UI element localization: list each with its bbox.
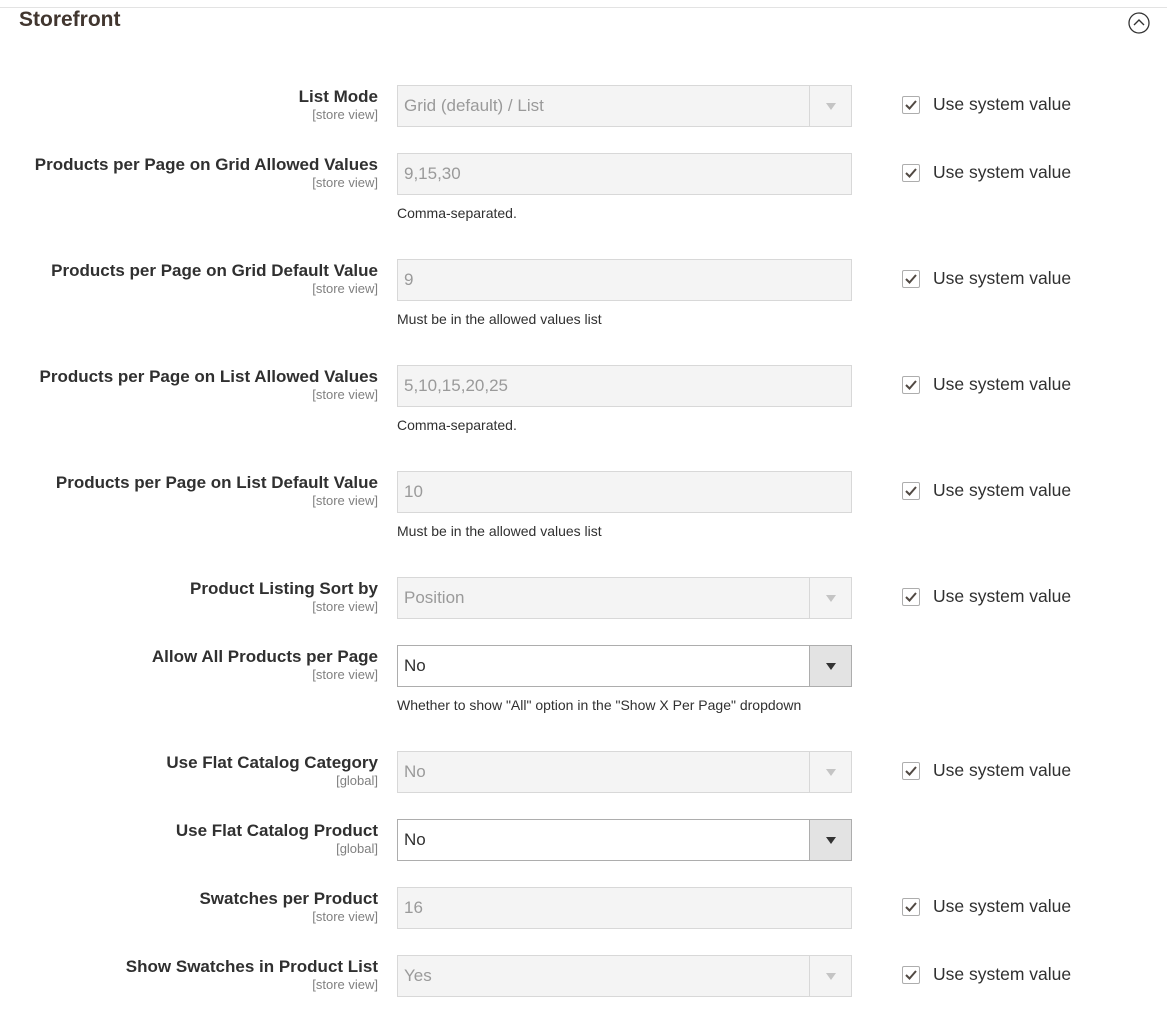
- checkmark-icon: [905, 274, 917, 284]
- checkmark-icon: [905, 168, 917, 178]
- list-default-value-input[interactable]: 10: [397, 471, 852, 513]
- field-label-group: List Mode [store view]: [299, 86, 378, 122]
- field-label: Products per Page on List Allowed Values: [39, 367, 378, 386]
- dropdown-button[interactable]: [809, 752, 851, 792]
- checkbox-checked[interactable]: [902, 762, 920, 780]
- checkmark-icon: [905, 902, 917, 912]
- field-scope: [store view]: [312, 977, 378, 992]
- field-label: Product Listing Sort by: [190, 579, 378, 598]
- select-value: No: [404, 656, 426, 675]
- field-scope: [store view]: [312, 175, 378, 190]
- use-system-value-label: Use system value: [933, 760, 1072, 780]
- section-title[interactable]: Storefront: [19, 8, 121, 32]
- flat-catalog-product-select[interactable]: No: [397, 819, 852, 861]
- chevron-down-icon: [826, 663, 836, 670]
- use-system-value-label: Use system value: [933, 268, 1072, 288]
- checkmark-icon: [905, 970, 917, 980]
- list-allowed-values-input[interactable]: 5,10,15,20,25: [397, 365, 852, 407]
- select-value: No: [404, 830, 426, 849]
- field-note: Comma-separated.: [397, 205, 517, 221]
- chevron-down-icon: [826, 769, 836, 776]
- field-label-group: Swatches per Product [store view]: [199, 888, 378, 924]
- chevron-down-icon: [826, 103, 836, 110]
- chevron-down-icon: [826, 595, 836, 602]
- field-note: Whether to show "All" option in the "Sho…: [397, 697, 802, 713]
- flat-catalog-category-select[interactable]: No: [397, 751, 852, 793]
- field-scope: [global]: [336, 841, 378, 856]
- field-label: List Mode: [298, 87, 378, 106]
- field-label: Show Swatches in Product List: [125, 957, 378, 976]
- checkbox-checked[interactable]: [902, 898, 920, 916]
- sort-by-select[interactable]: Position: [397, 577, 852, 619]
- use-system-value-label: Use system value: [933, 480, 1072, 500]
- dropdown-button[interactable]: [809, 820, 851, 860]
- field-note: Must be in the allowed values list: [397, 311, 602, 327]
- field-scope: [store view]: [312, 493, 378, 508]
- field-label-group: Use Flat Catalog Product [global]: [176, 820, 378, 856]
- field-label: Swatches per Product: [199, 889, 378, 908]
- use-system-value-label: Use system value: [933, 586, 1072, 606]
- field-label-group: Allow All Products per Page [store view]: [152, 646, 378, 682]
- checkbox-checked[interactable]: [902, 482, 920, 500]
- checkmark-icon: [905, 766, 917, 776]
- field-scope: [store view]: [312, 107, 378, 122]
- swatches-per-product-input[interactable]: 16: [397, 887, 852, 929]
- select-value: No: [404, 762, 426, 781]
- dropdown-button[interactable]: [809, 86, 851, 126]
- checkbox-checked[interactable]: [902, 588, 920, 606]
- checkmark-icon: [905, 592, 917, 602]
- dropdown-button[interactable]: [809, 646, 851, 686]
- field-scope: [store view]: [312, 599, 378, 614]
- section-top-divider: [0, 7, 1167, 8]
- field-scope: [store view]: [312, 909, 378, 924]
- chevron-down-icon: [826, 837, 836, 844]
- field-label-group: Products per Page on Grid Default Value …: [51, 260, 378, 296]
- checkbox-checked[interactable]: [902, 376, 920, 394]
- field-label-group: Use Flat Catalog Category [global]: [166, 752, 378, 788]
- checkmark-icon: [905, 486, 917, 496]
- collapse-chevron-up-icon[interactable]: [1128, 12, 1150, 34]
- field-label-group: Show Swatches in Product List [store vie…: [126, 956, 378, 992]
- use-system-value-label: Use system value: [933, 374, 1072, 394]
- checkmark-icon: [905, 380, 917, 390]
- field-label-group: Products per Page on List Allowed Values…: [39, 366, 378, 402]
- checkbox-checked[interactable]: [902, 96, 920, 114]
- list-mode-select[interactable]: Grid (default) / List: [397, 85, 852, 127]
- field-note: Must be in the allowed values list: [397, 523, 602, 539]
- select-value: Yes: [404, 966, 432, 985]
- grid-allowed-values-input[interactable]: 9,15,30: [397, 153, 852, 195]
- checkmark-icon: [905, 100, 917, 110]
- field-label: Use Flat Catalog Category: [166, 753, 378, 772]
- field-label-group: Products per Page on List Default Value …: [56, 472, 378, 508]
- field-label: Products per Page on List Default Value: [55, 473, 378, 492]
- checkbox-checked[interactable]: [902, 966, 920, 984]
- chevron-down-icon: [826, 973, 836, 980]
- checkbox-checked[interactable]: [902, 270, 920, 288]
- field-label: Allow All Products per Page: [151, 647, 378, 666]
- field-note: Comma-separated.: [397, 417, 517, 433]
- checkbox-checked[interactable]: [902, 164, 920, 182]
- select-value: Grid (default) / List: [404, 96, 544, 115]
- field-label: Products per Page on Grid Default Value: [51, 261, 378, 280]
- use-system-value-label: Use system value: [933, 94, 1072, 114]
- dropdown-button[interactable]: [809, 578, 851, 618]
- field-label-group: Products per Page on Grid Allowed Values…: [35, 154, 378, 190]
- grid-default-value-input[interactable]: 9: [397, 259, 852, 301]
- field-label: Use Flat Catalog Product: [175, 821, 378, 840]
- use-system-value-label: Use system value: [933, 896, 1072, 916]
- allow-all-products-select[interactable]: No: [397, 645, 852, 687]
- field-scope: [store view]: [312, 387, 378, 402]
- select-value: Position: [404, 588, 465, 607]
- use-system-value-label: Use system value: [933, 964, 1072, 984]
- field-label-group: Product Listing Sort by [store view]: [190, 578, 378, 614]
- dropdown-button[interactable]: [809, 956, 851, 996]
- field-label: Products per Page on Grid Allowed Values: [34, 155, 378, 174]
- field-scope: [store view]: [312, 667, 378, 682]
- field-scope: [global]: [336, 773, 378, 788]
- show-swatches-select[interactable]: Yes: [397, 955, 852, 997]
- field-scope: [store view]: [312, 281, 378, 296]
- use-system-value-label: Use system value: [933, 162, 1072, 182]
